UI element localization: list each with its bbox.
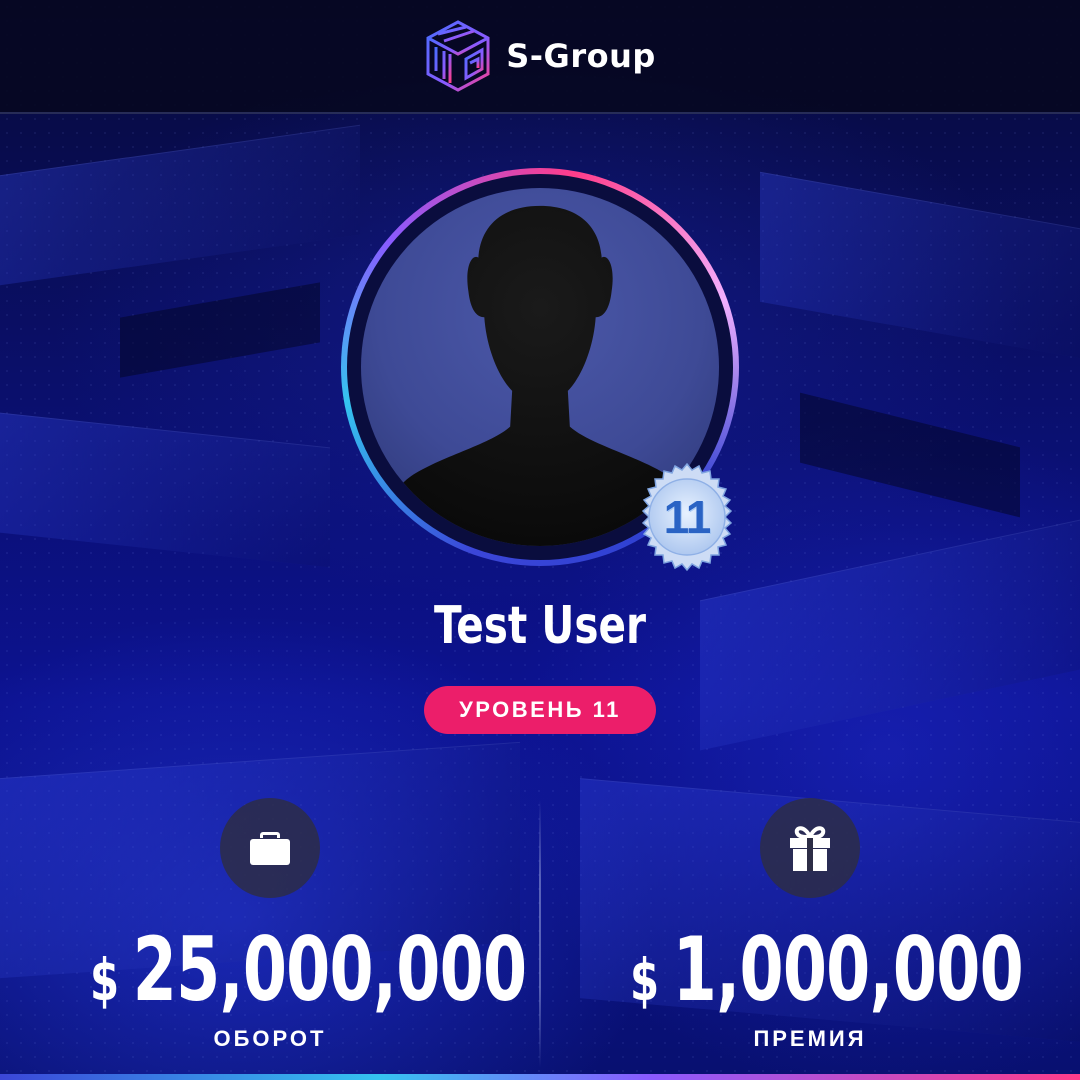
bonus-icon-circle bbox=[760, 798, 860, 898]
turnover-amount: 25,000,000 bbox=[132, 918, 527, 1021]
turnover-currency: $ bbox=[90, 946, 119, 1014]
level-badge: УРОВЕНЬ 11 bbox=[424, 686, 656, 734]
gift-icon bbox=[790, 826, 830, 871]
stats-divider bbox=[539, 800, 541, 1068]
level-seal: 11 bbox=[632, 462, 742, 572]
bonus-label: ПРЕМИЯ bbox=[753, 1026, 867, 1051]
turnover-icon-circle bbox=[220, 798, 320, 898]
header-bar: S-Group bbox=[0, 0, 1080, 114]
briefcase-icon bbox=[250, 832, 290, 865]
brand-name: S-Group bbox=[506, 37, 656, 75]
user-name: Test User bbox=[433, 596, 647, 656]
bonus-amount: 1,000,000 bbox=[672, 918, 1024, 1021]
cube-logo-icon bbox=[426, 20, 490, 92]
bottom-accent-bar bbox=[0, 1074, 1080, 1080]
level-number: 11 bbox=[663, 491, 712, 543]
bonus-currency: $ bbox=[630, 946, 659, 1014]
bonus-value: $1,000,000 bbox=[630, 918, 1024, 1021]
turnover-label: ОБОРОТ bbox=[213, 1026, 327, 1051]
turnover-value: $25,000,000 bbox=[90, 918, 527, 1021]
